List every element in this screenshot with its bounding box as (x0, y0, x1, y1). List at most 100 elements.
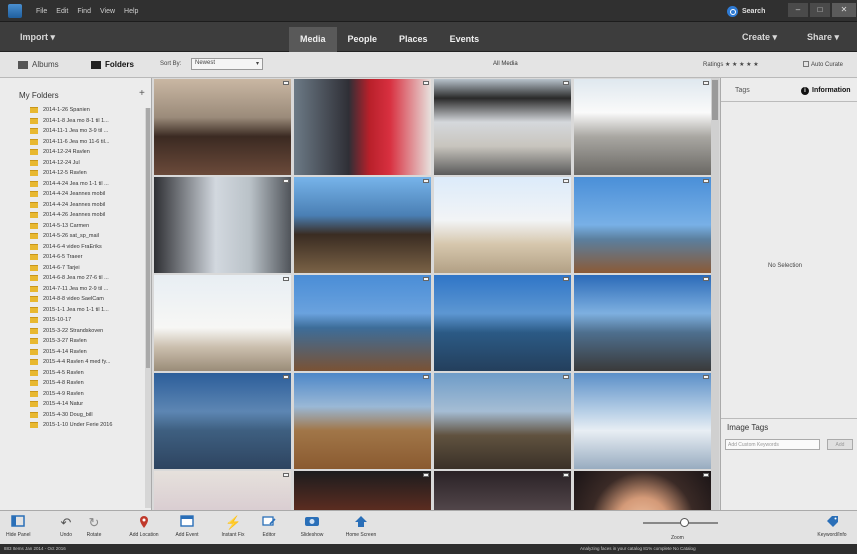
maximize-button[interactable]: □ (810, 3, 830, 17)
scroll-thumb[interactable] (712, 80, 718, 120)
photo-thumbnail-platform-walkway-sun[interactable] (574, 79, 711, 175)
tab-information[interactable]: Information (801, 87, 851, 95)
photo-thumbnail-winter-shore-trees[interactable] (434, 177, 571, 273)
home-screen-button[interactable]: Home Screen (340, 515, 382, 538)
folder-item[interactable]: 2015-3-27 Ravlen (30, 336, 148, 347)
ratings-filter[interactable]: Ratings ★ ★ ★ ★ ★ (703, 61, 759, 68)
scroll-thumb[interactable] (146, 108, 150, 368)
photo-thumbnail-coast-path-sunset[interactable] (574, 275, 711, 371)
rotate-button[interactable]: ↻ Rotate (82, 515, 106, 538)
tab-places[interactable]: Places (388, 27, 439, 52)
folder-item[interactable]: 2015-4-9 Ravlen (30, 389, 148, 400)
add-folder-icon[interactable]: + (139, 88, 145, 99)
folder-item[interactable]: 2014-6-4 video FraEriks (30, 242, 148, 253)
folders-tab[interactable]: Folders (91, 60, 134, 69)
folder-item[interactable]: 2014-4-26 Jeannes mobil (30, 210, 148, 221)
sort-select[interactable]: Newest ▾ (191, 58, 263, 70)
photo-thumbnail-tree-shoreline-sea[interactable] (574, 177, 711, 273)
folder-item[interactable]: 2014-8-8 video SaelCam (30, 294, 148, 305)
photo-thumbnail-girl-portrait-platform[interactable] (154, 79, 291, 175)
folder-item[interactable]: 2015-3-22 Strandskoven (30, 326, 148, 337)
photo-thumbnail-woman-face-closeup[interactable] (574, 471, 711, 510)
chevron-down-icon: ▾ (255, 61, 259, 67)
tag-input[interactable]: Add Custom Keywords (725, 439, 820, 450)
folder-icon (30, 411, 38, 418)
photo-thumbnail-station-platform-canopy[interactable] (434, 79, 571, 175)
folder-item[interactable]: 2014-12-24 Ravlen (30, 147, 148, 158)
photo-thumbnail-calm-sea-horizon[interactable] (434, 275, 571, 371)
tab-events[interactable]: Events (439, 27, 491, 52)
folder-item[interactable]: 2014-5-13 Carmen (30, 221, 148, 232)
menu-find[interactable]: Find (77, 8, 91, 15)
photo-thumbnail-dry-grass-sea[interactable] (294, 373, 431, 469)
menu-file[interactable]: File (36, 8, 47, 15)
folder-item[interactable]: 2014-6-7 Tarjei (30, 263, 148, 274)
folder-item[interactable]: 2014-1-26 Spanien (30, 105, 148, 116)
folder-item[interactable]: 2014-6-5 Traeer (30, 252, 148, 263)
photo-thumbnail-person-walking-platform[interactable] (154, 177, 291, 273)
folder-item[interactable]: 2015-4-14 Natur (30, 399, 148, 410)
tab-media[interactable]: Media (289, 27, 337, 52)
folder-item[interactable]: 2014-5-26 sat_sp_mail (30, 231, 148, 242)
folder-item[interactable]: 2014-4-24 Jea mo 1-1 til ... (30, 179, 148, 190)
hide-panel-button[interactable]: Hide Panel (6, 515, 30, 538)
albums-tab[interactable]: Albums (18, 60, 59, 69)
menu-view[interactable]: View (100, 8, 115, 15)
folder-item[interactable]: 2015-4-30 Doug_bill (30, 410, 148, 421)
share-button[interactable]: Share ▾ (807, 32, 839, 43)
folder-item[interactable]: 2014-7-11 Jea mo 2-9 til ... (30, 284, 148, 295)
tab-tags[interactable]: Tags (735, 87, 750, 94)
photo-thumbnail-frozen-shore-ice[interactable] (574, 373, 711, 469)
folder-icon (91, 60, 101, 69)
folder-icon (30, 317, 38, 324)
folder-item[interactable]: 2015-4-14 Ravlen (30, 347, 148, 358)
folder-scrollbar[interactable] (145, 108, 151, 508)
folder-item[interactable]: 2015-4-5 Ravlen (30, 368, 148, 379)
photo-thumbnail-bare-tree-sea-view[interactable] (294, 275, 431, 371)
folder-item[interactable]: 2014-4-24 Jeannes mobil (30, 200, 148, 211)
photo-thumbnail-childs-drawing[interactable] (154, 471, 291, 510)
photo-thumbnail-marsh-water-dusk[interactable] (434, 373, 571, 469)
photo-thumbnail-sea-horizon-blue[interactable] (154, 373, 291, 469)
photo-thumbnail-indoor-dim-scene[interactable] (434, 471, 571, 510)
photo-thumbnail-christmas-tree-party[interactable] (294, 471, 431, 510)
create-button[interactable]: Create ▾ (742, 32, 777, 43)
menu-help[interactable]: Help (124, 8, 138, 15)
folder-item[interactable]: 2015-1-10 Under Ferie 2016 (30, 420, 148, 431)
close-button[interactable]: ✕ (832, 3, 856, 17)
import-button[interactable]: Import ▾ (20, 32, 55, 43)
photo-thumbnail-tree-silhouette-beach[interactable] (154, 275, 291, 371)
folder-item[interactable]: 2014-11-1 Jea mo 3-9 til ... (30, 126, 148, 137)
folder-label: 2015-4-30 Doug_bill (43, 411, 93, 418)
folder-item[interactable]: 2015-4-8 Ravlen (30, 378, 148, 389)
menu-edit[interactable]: Edit (56, 8, 68, 15)
folder-item[interactable]: 2014-1-8 Jea mo 8-1 til 1... (30, 116, 148, 127)
folder-item[interactable]: 2014-11-6 Jea mo 11-6 til... (30, 137, 148, 148)
folder-item[interactable]: 2014-12-24 Jul (30, 158, 148, 169)
add-tag-button[interactable]: Add (827, 439, 853, 450)
slideshow-button[interactable]: Slideshow (296, 515, 328, 538)
folder-item[interactable]: 2014-6-8 Jea mo 27-6 til ... (30, 273, 148, 284)
media-type-icon (703, 375, 709, 379)
media-type-icon (563, 473, 569, 477)
folder-item[interactable]: 2015-4-4 Ravlen 4 med fy... (30, 357, 148, 368)
search-button[interactable]: Search (727, 5, 765, 18)
minimize-button[interactable]: – (788, 3, 808, 17)
folder-item[interactable]: 2014-4-24 Jeannes mobil (30, 189, 148, 200)
grid-scrollbar[interactable] (711, 78, 719, 510)
add-location-button[interactable]: Add Location (122, 515, 166, 538)
editor-button[interactable]: Editor (256, 515, 282, 538)
keyword-info-button[interactable]: Keyword/Info (812, 515, 852, 538)
tab-people[interactable]: People (337, 27, 389, 52)
instant-fix-button[interactable]: ⚡ Instant Fix (214, 515, 252, 538)
folder-item[interactable]: 2015-10-17 (30, 315, 148, 326)
folder-label: 2014-4-26 Jeannes mobil (43, 212, 106, 219)
add-event-button[interactable]: Add Event (170, 515, 204, 538)
photo-thumbnail-girl-smiling-platform[interactable] (294, 177, 431, 273)
photo-thumbnail-people-red-sign-station[interactable] (294, 79, 431, 175)
folder-item[interactable]: 2014-12-5 Ravlen (30, 168, 148, 179)
zoom-slider-handle[interactable] (680, 518, 690, 527)
auto-curate-checkbox[interactable]: Auto Curate (803, 61, 843, 68)
undo-button[interactable]: ↶ Undo (54, 515, 78, 538)
folder-item[interactable]: 2015-1-1 Jea mo 1-1 til 1... (30, 305, 148, 316)
